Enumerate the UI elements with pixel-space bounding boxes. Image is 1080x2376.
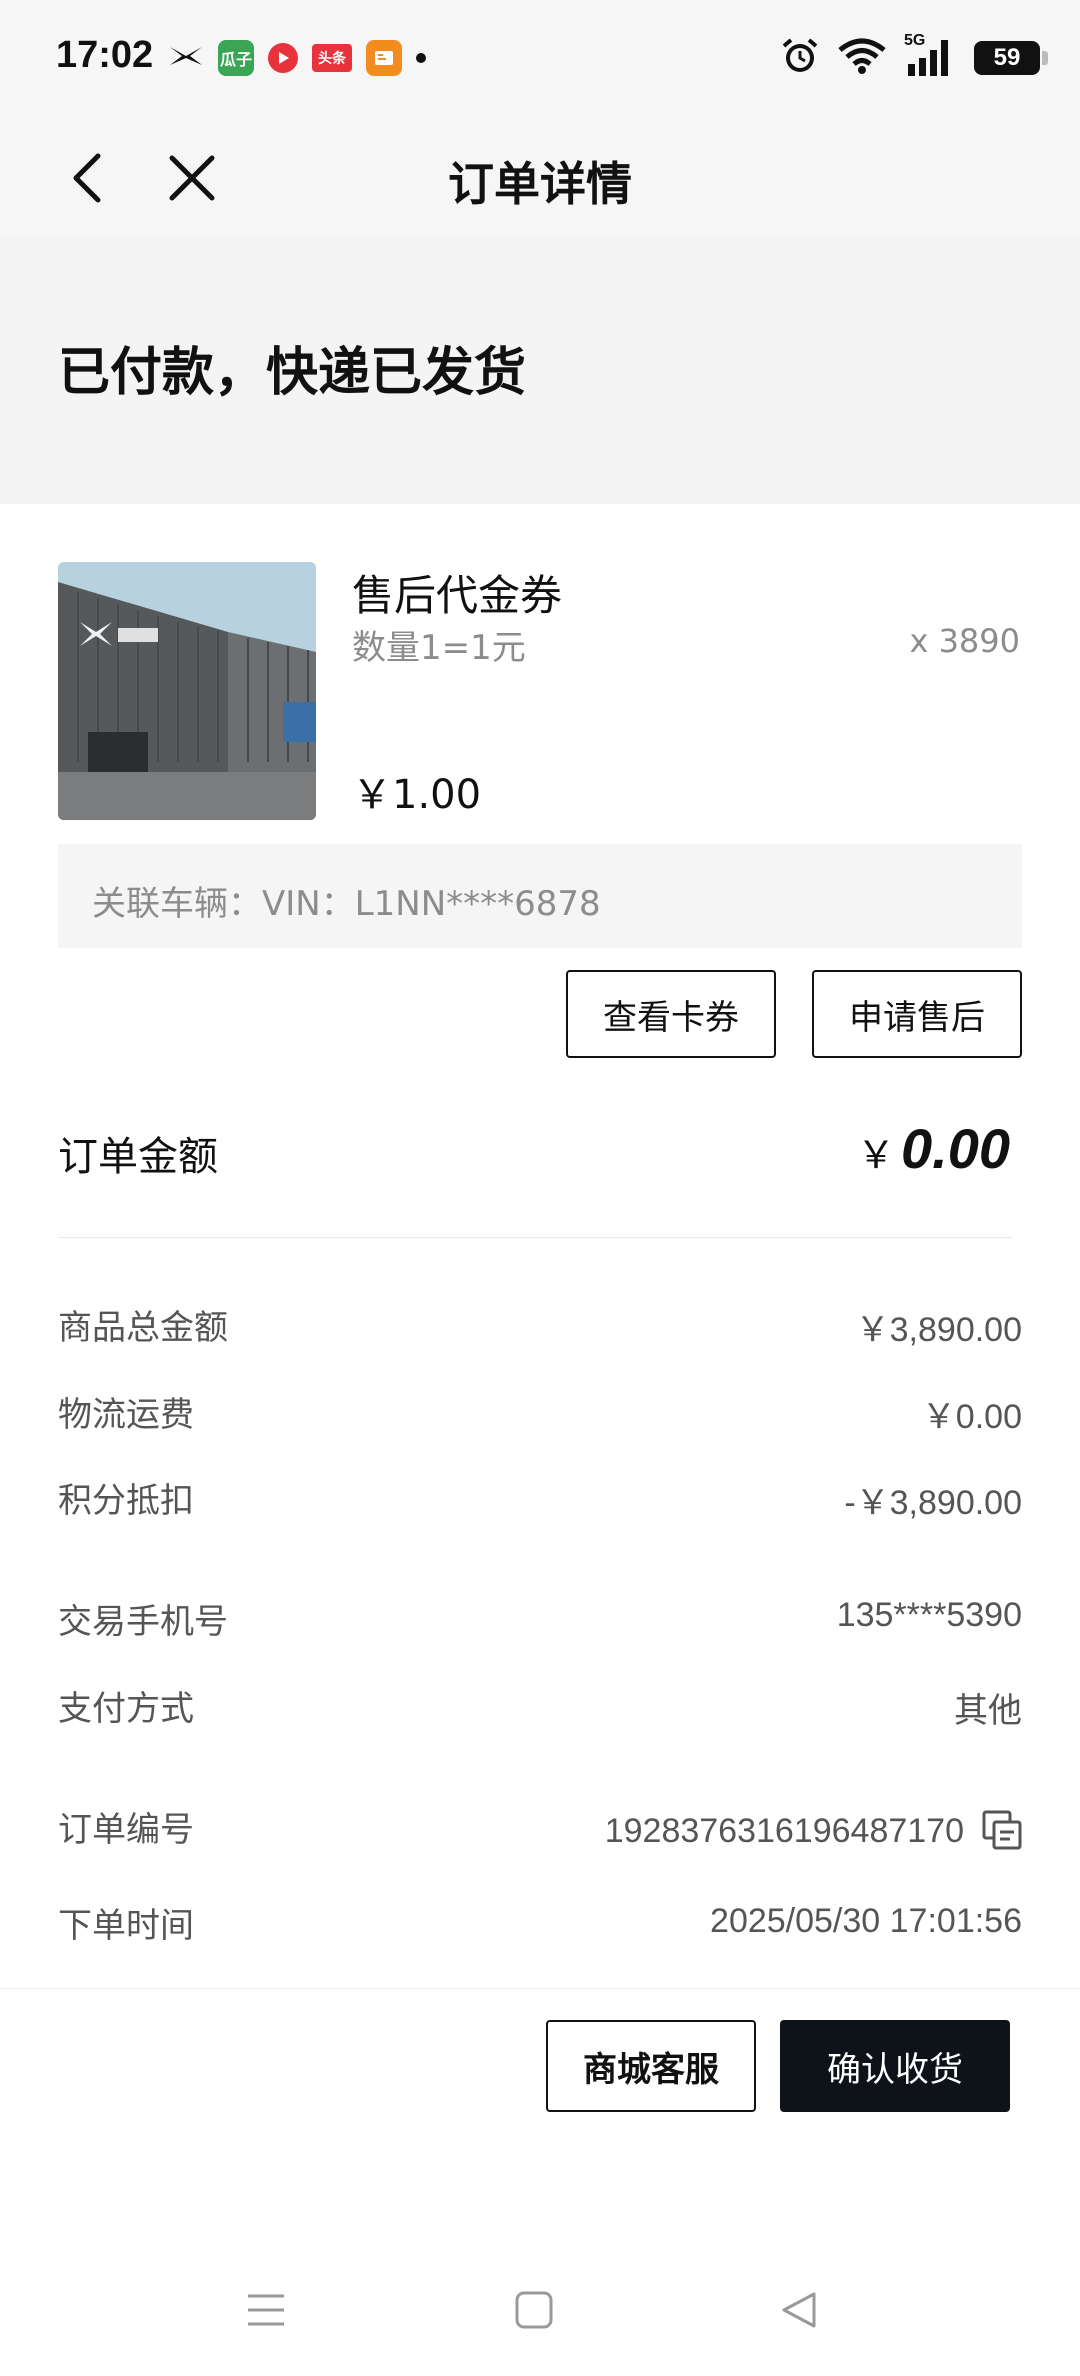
alarm-icon bbox=[780, 36, 820, 80]
order-amount-value: ￥ 0.00 bbox=[857, 1116, 1010, 1181]
status-time: 17:02 bbox=[56, 34, 154, 76]
detail-value-points-deduction: -￥3,890.00 bbox=[844, 1484, 1022, 1522]
view-coupon-button[interactable]: 查看卡券 bbox=[566, 970, 776, 1058]
customer-service-button[interactable]: 商城客服 bbox=[546, 2020, 756, 2112]
order-status-text: 已付款，快递已发货 bbox=[58, 343, 527, 403]
more-notifications-icon bbox=[416, 53, 426, 63]
linked-vehicle-vin: 关联车辆：VIN：L1NN****6878 bbox=[58, 844, 1022, 948]
order-status-banner: 已付款，快递已发货 bbox=[0, 234, 1080, 504]
notification-icons: 瓜子 头条 bbox=[168, 40, 426, 76]
detail-label-shipping: 物流运费 bbox=[58, 1395, 194, 1435]
battery-indicator: 59 bbox=[974, 41, 1048, 75]
detail-label-payment-method: 支付方式 bbox=[58, 1689, 194, 1729]
vin-text: 关联车辆：VIN：L1NN****6878 bbox=[92, 884, 601, 924]
divider bbox=[58, 1237, 1012, 1238]
navigation-bar: 订单详情 bbox=[0, 120, 1080, 234]
apply-after-sale-button[interactable]: 申请售后 bbox=[812, 970, 1022, 1058]
detail-value-subtotal: ￥3,890.00 bbox=[855, 1311, 1022, 1349]
home-icon[interactable] bbox=[514, 2290, 554, 2330]
copy-icon[interactable] bbox=[982, 1810, 1022, 1850]
product-spec: 数量1=1元 bbox=[352, 628, 526, 668]
detail-label-points-deduction: 积分抵扣 bbox=[58, 1481, 194, 1521]
order-amount-number: 0.00 bbox=[901, 1117, 1010, 1180]
product-item[interactable]: 售后代金券 数量1=1元 x 3890 ￥1.00 bbox=[58, 562, 1080, 822]
detail-value-shipping: ￥0.00 bbox=[921, 1398, 1022, 1436]
toutiao-icon: 头条 bbox=[312, 44, 352, 72]
system-indicators: 5G 59 bbox=[780, 32, 1048, 80]
product-price: ￥1.00 bbox=[352, 772, 482, 818]
guazi-icon: 瓜子 bbox=[218, 40, 254, 76]
product-name: 售后代金券 bbox=[352, 571, 563, 620]
detail-label-order-time: 下单时间 bbox=[58, 1906, 194, 1946]
detail-value-payment-method: 其他 bbox=[954, 1692, 1022, 1730]
order-amount-label: 订单金额 bbox=[58, 1134, 218, 1180]
detail-label-subtotal: 商品总金额 bbox=[58, 1308, 228, 1348]
video-icon bbox=[268, 43, 298, 73]
system-navigation-bar bbox=[0, 2260, 1080, 2376]
confirm-receipt-button[interactable]: 确认收货 bbox=[780, 2020, 1010, 2112]
detail-value-phone: 135****5390 bbox=[836, 1596, 1022, 1634]
cellular-signal-icon: 5G bbox=[904, 32, 956, 78]
detail-label-order-number: 订单编号 bbox=[58, 1810, 194, 1850]
currency-symbol: ￥ bbox=[856, 1135, 895, 1177]
reader-icon bbox=[366, 40, 402, 76]
xpeng-icon bbox=[168, 43, 204, 73]
detail-label-phone: 交易手机号 bbox=[58, 1602, 228, 1642]
product-quantity: x 3890 bbox=[909, 622, 1020, 660]
detail-value-order-number: 1928376316196487170 bbox=[604, 1812, 964, 1850]
status-bar: 17:02 瓜子 头条 5G 59 bbox=[0, 0, 1080, 120]
detail-value-order-time: 2025/05/30 17:01:56 bbox=[710, 1902, 1022, 1940]
footer-divider bbox=[0, 1988, 1080, 1989]
wifi-icon bbox=[838, 38, 886, 78]
product-image bbox=[58, 562, 316, 820]
back-triangle-icon[interactable] bbox=[780, 2290, 820, 2330]
menu-icon[interactable] bbox=[246, 2290, 286, 2330]
page-title: 订单详情 bbox=[448, 157, 632, 211]
